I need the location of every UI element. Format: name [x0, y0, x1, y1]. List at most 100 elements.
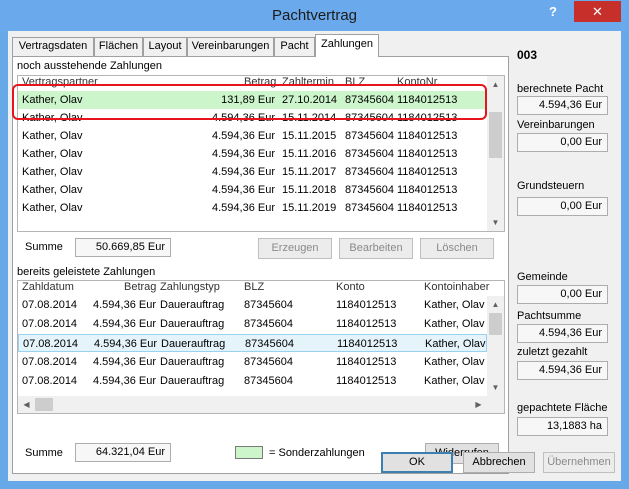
paid-row[interactable]: 07.08.2014 4.594,36 Eur Dauerauftrag 873456… — [18, 334, 487, 352]
scroll-left-arrow-icon[interactable]: ◀ — [18, 396, 35, 413]
outstanding-row[interactable]: Kather, Olav 4.594,36 Eur 15.11.2015 873456… — [18, 127, 487, 145]
cell-datum: 07.08.2014 — [22, 356, 78, 368]
summary-sidebar: 003 berechnete Pacht 4.594,36 Eur Verein… — [509, 31, 617, 443]
cell-betrag: 4.594,36 Eur — [93, 356, 156, 368]
special-payment-legend-label: = Sonderzahlungen — [269, 447, 365, 459]
paid-horizontal-scrollbar[interactable]: ◀ ▶ — [18, 396, 504, 413]
col-header-zahldatum[interactable]: Zahldatum — [22, 281, 74, 293]
outstanding-row[interactable]: Kather, Olav 4.594,36 Eur 15.11.2016 873456… — [18, 145, 487, 163]
cell-datum: 07.08.2014 — [22, 299, 78, 311]
paid-row[interactable]: 07.08.2014 4.594,36 Eur Dauerauftrag 873456… — [18, 372, 487, 390]
paid-row[interactable]: 07.08.2014 4.594,36 Eur Dauerauftrag 873456… — [18, 353, 487, 371]
cell-konto: 1184012513 — [397, 166, 458, 178]
scroll-down-arrow-icon[interactable]: ▼ — [487, 214, 504, 231]
lease-sum-label: Pachtsumme — [517, 310, 582, 322]
outstanding-sum-label: Summe — [25, 241, 63, 253]
cell-termin: 15.11.2018 — [282, 184, 337, 196]
last-paid-field: 4.594,36 Eur — [517, 361, 608, 380]
cell-konto: 1184012513 — [397, 148, 458, 160]
cell-betrag: 4.594,36 Eur — [94, 338, 157, 350]
cell-betrag: 4.594,36 Eur — [212, 184, 275, 196]
cell-inhaber: Kather, Olav — [424, 318, 485, 330]
cancel-button[interactable]: Abbrechen — [463, 452, 535, 473]
window-title: Pachtvertrag — [271, 7, 358, 24]
land-tax-label: Grundsteuern — [517, 180, 585, 192]
scroll-down-arrow-icon[interactable]: ▼ — [487, 379, 504, 396]
outstanding-section-label: noch ausstehende Zahlungen — [17, 60, 162, 72]
calculated-lease-field: 4.594,36 Eur — [517, 96, 608, 115]
cell-typ: Dauerauftrag — [160, 375, 225, 387]
cell-partner: Kather, Olav — [22, 184, 83, 196]
municipality-field: 0,00 Eur — [517, 285, 608, 304]
cell-blz: 87345604 — [345, 184, 394, 196]
cell-betrag: 4.594,36 Eur — [93, 375, 156, 387]
agreements-label: Vereinbarungen — [517, 119, 595, 131]
scroll-thumb[interactable] — [35, 398, 53, 411]
scroll-thumb[interactable] — [489, 112, 502, 158]
cell-betrag: 4.594,36 Eur — [212, 202, 275, 214]
cell-datum: 07.08.2014 — [23, 338, 79, 350]
tab-flaechen[interactable]: Flächen — [94, 37, 143, 56]
create-button[interactable]: Erzeugen — [258, 238, 332, 259]
paid-vertical-scrollbar[interactable]: ▲ ▼ — [487, 296, 504, 396]
land-tax-field: 0,00 Eur — [517, 197, 608, 216]
delete-button[interactable]: Löschen — [420, 238, 494, 259]
col-header-zahlungstyp[interactable]: Zahlungstyp — [160, 281, 220, 293]
paid-sum-label: Summe — [25, 447, 63, 459]
col-header-konto[interactable]: Konto — [336, 281, 365, 293]
cell-konto: 1184012513 — [336, 318, 397, 330]
cell-typ: Dauerauftrag — [161, 338, 226, 350]
scroll-thumb[interactable] — [489, 313, 502, 335]
cell-blz: 87345604 — [244, 375, 293, 387]
cell-blz: 87345604 — [244, 318, 293, 330]
last-paid-label: zuletzt gezahlt — [517, 346, 588, 358]
apply-button[interactable]: Übernehmen — [543, 452, 615, 473]
tab-panel-zahlungen: noch ausstehende Zahlungen Vertragspartn… — [12, 56, 509, 474]
col-header-betrag[interactable]: Betrag — [124, 281, 156, 293]
title-bar[interactable]: Pachtvertrag ? ✕ — [0, 0, 629, 32]
cell-konto: 1184012513 — [336, 356, 397, 368]
col-header-kontoinhaber[interactable]: Kontoinhaber — [424, 281, 489, 293]
paid-header: Zahldatum Betrag Zahlungstyp BLZ Konto K… — [18, 281, 489, 296]
tab-zahlungen[interactable]: Zahlungen — [315, 34, 379, 57]
help-button[interactable]: ? — [537, 2, 569, 22]
close-button[interactable]: ✕ — [574, 1, 621, 22]
outstanding-vertical-scrollbar[interactable]: ▲ ▼ — [487, 76, 504, 231]
outstanding-sum-field: 50.669,85 Eur — [75, 238, 171, 257]
cell-blz: 87345604 — [244, 299, 293, 311]
tab-vertragsdaten[interactable]: Vertragsdaten — [12, 37, 94, 56]
cell-termin: 15.11.2017 — [282, 166, 337, 178]
agreements-field: 0,00 Eur — [517, 133, 608, 152]
leased-area-label: gepachtete Fläche — [517, 402, 608, 414]
outstanding-row[interactable]: Kather, Olav 4.594,36 Eur 15.11.2019 873456… — [18, 199, 487, 217]
ok-button[interactable]: OK — [381, 452, 453, 473]
cell-partner: Kather, Olav — [22, 130, 83, 142]
special-payment-highlight — [12, 84, 487, 120]
cell-blz: 87345604 — [245, 338, 294, 350]
paid-row[interactable]: 07.08.2014 4.594,36 Eur Dauerauftrag 873456… — [18, 296, 487, 314]
outstanding-row[interactable]: Kather, Olav 4.594,36 Eur 15.11.2018 873456… — [18, 181, 487, 199]
cell-inhaber: Kather, Olav — [424, 356, 485, 368]
cell-termin: 15.11.2019 — [282, 202, 337, 214]
contract-id: 003 — [517, 48, 538, 62]
scroll-right-arrow-icon[interactable]: ▶ — [470, 396, 487, 413]
tab-pacht[interactable]: Pacht — [274, 37, 315, 56]
cell-konto: 1184012513 — [337, 338, 398, 350]
cell-konto: 1184012513 — [397, 130, 458, 142]
cell-blz: 87345604 — [345, 130, 394, 142]
outstanding-row[interactable]: Kather, Olav 4.594,36 Eur 15.11.2017 873456… — [18, 163, 487, 181]
scroll-up-arrow-icon[interactable]: ▲ — [487, 76, 504, 93]
cell-partner: Kather, Olav — [22, 202, 83, 214]
paid-payments-list[interactable]: Zahldatum Betrag Zahlungstyp BLZ Konto K… — [17, 280, 505, 414]
cell-blz: 87345604 — [345, 202, 394, 214]
paid-section-label: bereits geleistete Zahlungen — [17, 266, 156, 278]
scroll-up-arrow-icon[interactable]: ▲ — [487, 296, 504, 313]
paid-row[interactable]: 07.08.2014 4.594,36 Eur Dauerauftrag 873456… — [18, 315, 487, 333]
cell-datum: 07.08.2014 — [22, 318, 78, 330]
tab-layout[interactable]: Layout — [143, 37, 187, 56]
edit-button[interactable]: Bearbeiten — [339, 238, 413, 259]
cell-inhaber: Kather, Olav — [425, 338, 486, 350]
col-header-blz[interactable]: BLZ — [244, 281, 264, 293]
tab-vereinbarungen[interactable]: Vereinbarungen — [187, 37, 274, 56]
cell-partner: Kather, Olav — [22, 148, 83, 160]
